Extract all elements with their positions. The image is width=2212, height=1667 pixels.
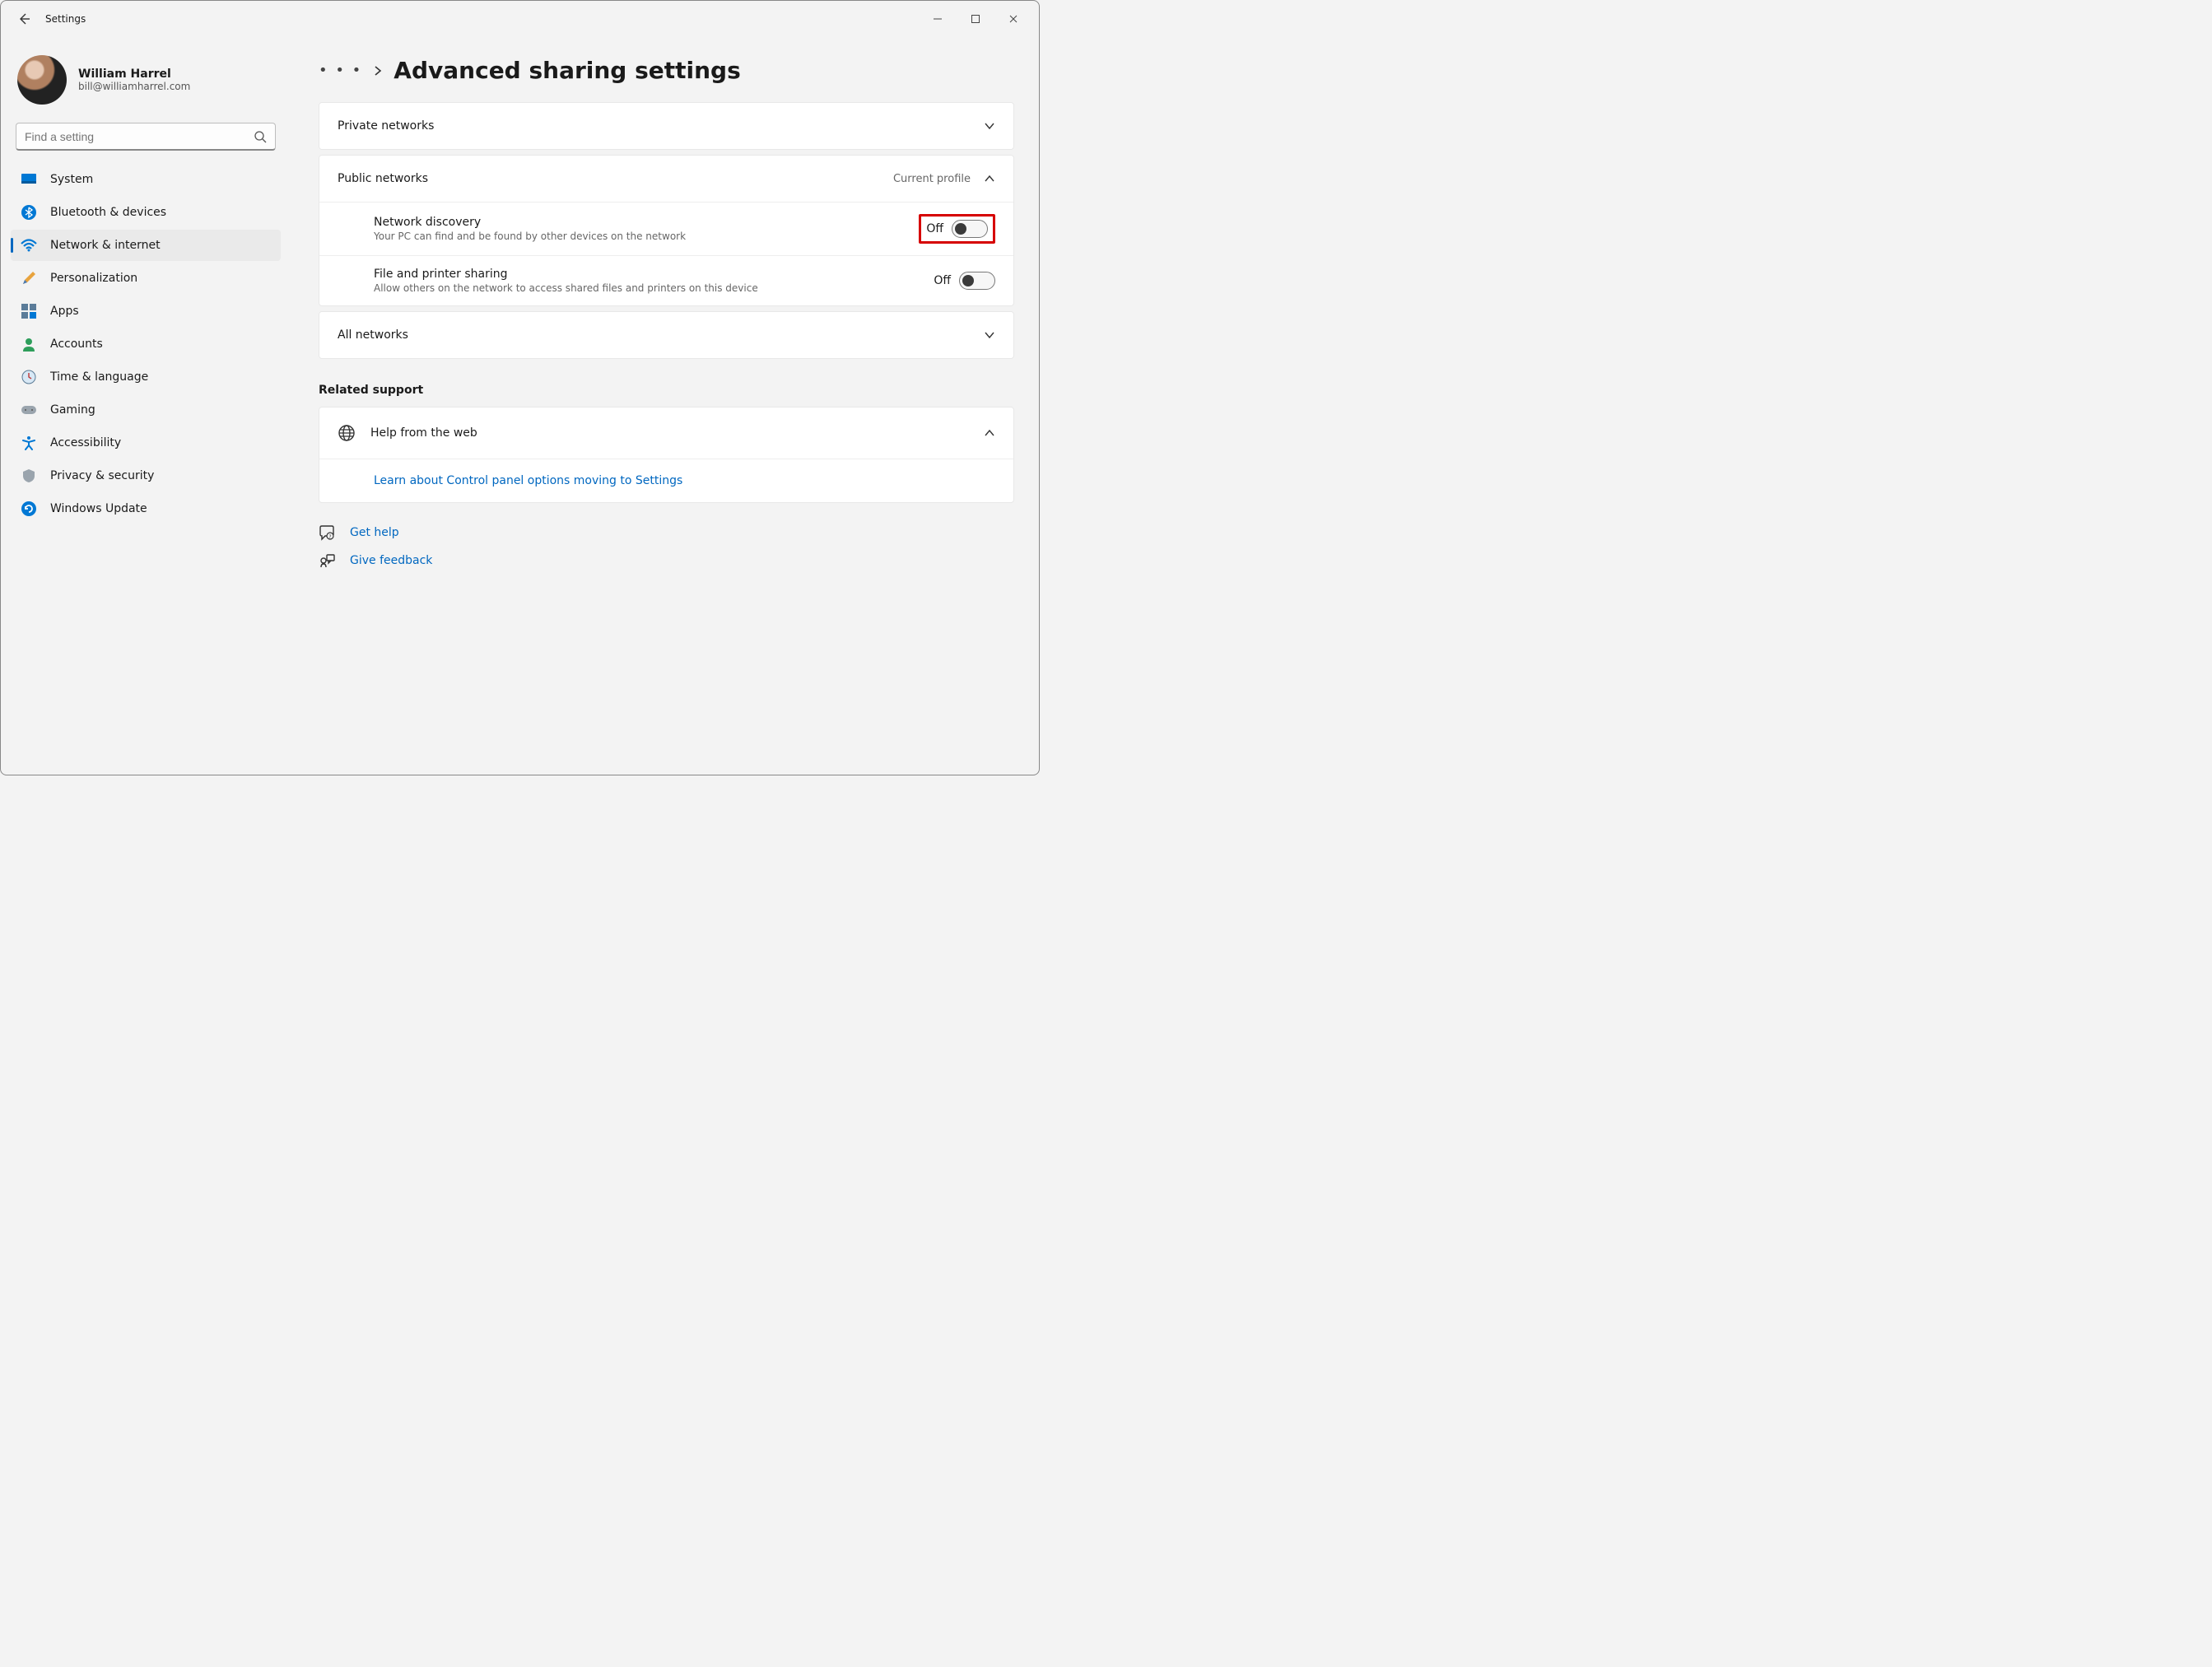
search-box[interactable] — [16, 123, 276, 151]
help-title: Help from the web — [370, 426, 477, 440]
page-title: Advanced sharing settings — [394, 57, 740, 84]
sidebar-item-label: Time & language — [50, 370, 148, 384]
sidebar-item-personalization[interactable]: Personalization — [11, 263, 281, 294]
avatar — [17, 55, 67, 105]
help-icon: ? — [319, 524, 335, 541]
chevron-up-icon — [984, 175, 995, 183]
more-icon[interactable]: • • • — [319, 62, 362, 79]
sidebar-item-network[interactable]: Network & internet — [11, 230, 281, 261]
setting-network-discovery: Network discovery Your PC can find and b… — [319, 202, 1013, 255]
shield-icon — [21, 468, 37, 484]
sidebar-item-apps[interactable]: Apps — [11, 296, 281, 327]
network-discovery-toggle[interactable] — [952, 220, 988, 238]
sidebar: William Harrel bill@williamharrel.com Sy… — [1, 37, 291, 775]
search-input[interactable] — [25, 130, 254, 143]
sidebar-item-label: Windows Update — [50, 502, 147, 515]
globe-icon — [338, 424, 356, 442]
update-icon — [21, 501, 37, 517]
related-support-label: Related support — [319, 384, 1014, 397]
file-printer-toggle[interactable] — [959, 272, 995, 290]
chevron-right-icon — [374, 65, 382, 77]
sidebar-item-accessibility[interactable]: Accessibility — [11, 427, 281, 459]
panel-title: Private networks — [338, 119, 434, 133]
setting-title: Network discovery — [374, 216, 686, 229]
get-help-link[interactable]: ? Get help — [319, 524, 1014, 541]
system-icon — [21, 171, 37, 188]
give-feedback-link[interactable]: Give feedback — [319, 552, 1014, 569]
back-button[interactable] — [7, 2, 40, 35]
panel-title: Public networks — [338, 172, 428, 185]
search-icon — [254, 130, 267, 143]
sidebar-item-privacy[interactable]: Privacy & security — [11, 460, 281, 491]
chevron-down-icon — [984, 331, 995, 339]
sidebar-item-time[interactable]: Time & language — [11, 361, 281, 393]
sidebar-item-label: Network & internet — [50, 239, 161, 252]
toggle-state: Off — [926, 222, 943, 235]
sidebar-item-label: Personalization — [50, 272, 137, 285]
feedback-icon — [319, 552, 335, 569]
nav: System Bluetooth & devices Network & int… — [11, 164, 281, 524]
sidebar-item-accounts[interactable]: Accounts — [11, 328, 281, 360]
toggle-state: Off — [934, 274, 951, 287]
sidebar-item-bluetooth[interactable]: Bluetooth & devices — [11, 197, 281, 228]
setting-desc: Your PC can find and be found by other d… — [374, 230, 686, 242]
window-title: Settings — [45, 13, 86, 25]
titlebar: Settings — [1, 1, 1039, 37]
sidebar-item-label: Bluetooth & devices — [50, 206, 166, 219]
svg-text:?: ? — [328, 534, 331, 540]
sidebar-item-label: Apps — [50, 305, 79, 318]
wifi-icon — [21, 237, 37, 254]
help-link[interactable]: Learn about Control panel options moving… — [374, 474, 682, 487]
footer-links: ? Get help Give feedback — [319, 524, 1014, 569]
panel-private-networks[interactable]: Private networks — [319, 102, 1014, 150]
sidebar-item-label: Gaming — [50, 403, 95, 417]
accessibility-icon — [21, 435, 37, 451]
panel-all-networks[interactable]: All networks — [319, 311, 1014, 359]
user-profile[interactable]: William Harrel bill@williamharrel.com — [11, 50, 281, 119]
sidebar-item-label: Accounts — [50, 338, 103, 351]
setting-file-printer-sharing: File and printer sharing Allow others on… — [319, 255, 1013, 305]
sidebar-item-label: Accessibility — [50, 436, 121, 449]
setting-desc: Allow others on the network to access sh… — [374, 282, 758, 294]
bluetooth-icon — [21, 204, 37, 221]
user-email: bill@williamharrel.com — [78, 81, 190, 92]
person-icon — [21, 336, 37, 352]
sidebar-item-system[interactable]: System — [11, 164, 281, 195]
sidebar-item-update[interactable]: Windows Update — [11, 493, 281, 524]
gamepad-icon — [21, 402, 37, 418]
panel-public-header[interactable]: Public networks Current profile — [319, 156, 1013, 202]
breadcrumb: • • • Advanced sharing settings — [319, 57, 1014, 84]
setting-title: File and printer sharing — [374, 268, 758, 281]
minimize-button[interactable] — [919, 6, 957, 32]
close-button[interactable] — [994, 6, 1032, 32]
main-content: • • • Advanced sharing settings Private … — [291, 37, 1039, 775]
sidebar-item-label: Privacy & security — [50, 469, 154, 482]
brush-icon — [21, 270, 37, 286]
user-name: William Harrel — [78, 68, 190, 81]
panel-meta: Current profile — [893, 173, 971, 185]
highlight-box: Off — [919, 214, 995, 244]
maximize-button[interactable] — [957, 6, 994, 32]
get-help-label: Get help — [350, 526, 399, 539]
panel-title: All networks — [338, 328, 408, 342]
feedback-label: Give feedback — [350, 554, 432, 567]
help-from-web-card: Help from the web Learn about Control pa… — [319, 407, 1014, 503]
chevron-up-icon — [984, 429, 995, 437]
chevron-down-icon — [984, 122, 995, 130]
sidebar-item-gaming[interactable]: Gaming — [11, 394, 281, 426]
help-from-web-header[interactable]: Help from the web — [319, 407, 1013, 459]
clock-icon — [21, 369, 37, 385]
sidebar-item-label: System — [50, 173, 93, 186]
panel-public-networks: Public networks Current profile Network … — [319, 155, 1014, 306]
apps-icon — [21, 303, 37, 319]
